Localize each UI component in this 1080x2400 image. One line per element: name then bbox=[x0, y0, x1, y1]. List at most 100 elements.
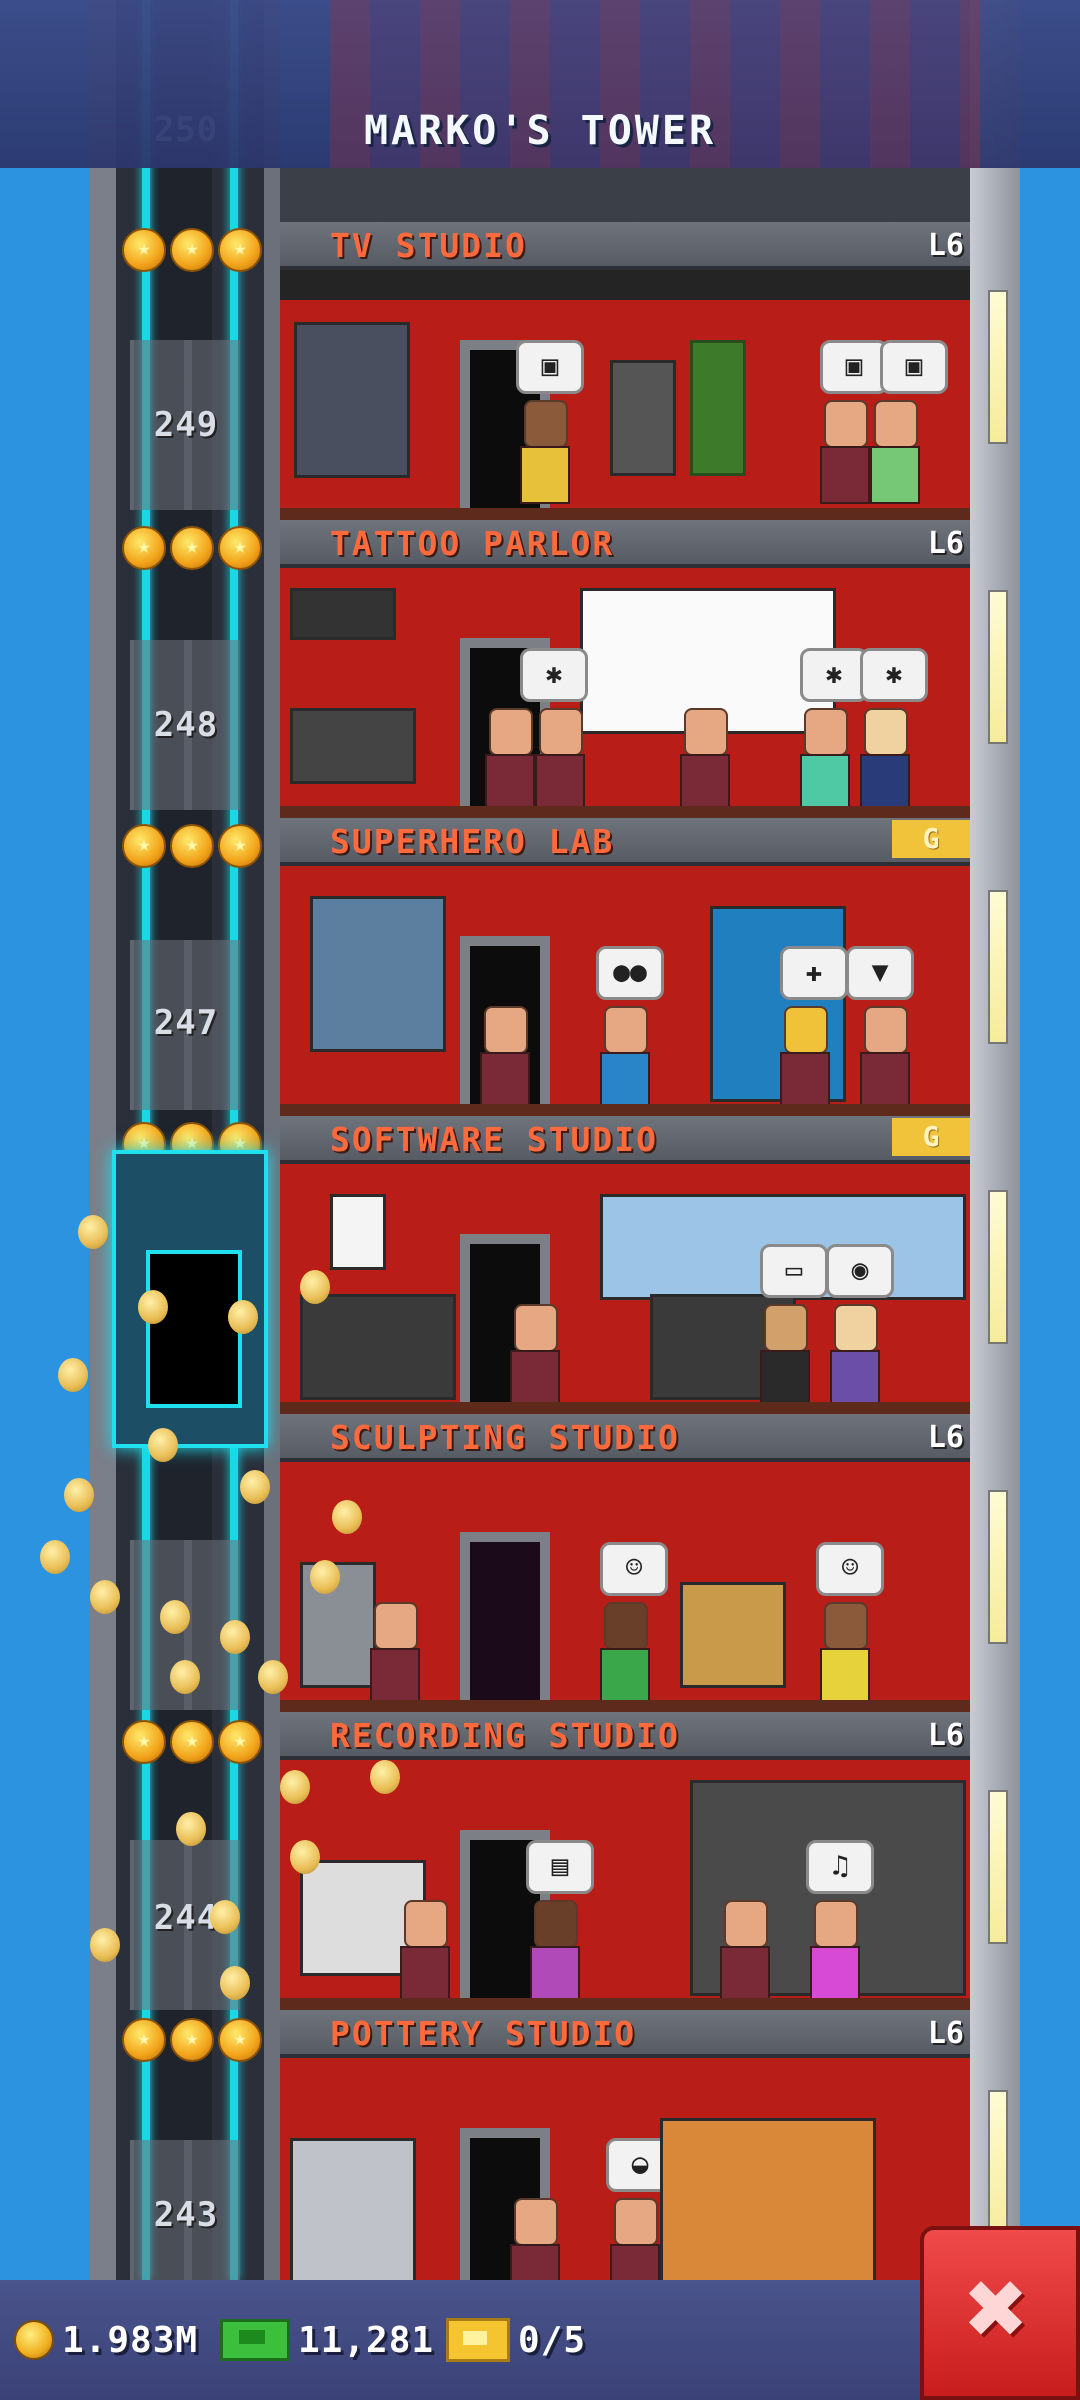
coin-particle bbox=[280, 1770, 310, 1804]
floor-name: RECORDING STUDIO bbox=[330, 1716, 680, 1755]
coin-particle bbox=[290, 1840, 320, 1874]
music-note-icon: ♫ bbox=[806, 1840, 874, 1894]
person bbox=[400, 1900, 450, 2004]
tv-icon: ▣ bbox=[516, 340, 584, 394]
person bbox=[830, 1304, 880, 1408]
window-strip bbox=[988, 1490, 1008, 1644]
star-icon: ★ bbox=[170, 526, 214, 570]
camera-tripod bbox=[610, 360, 676, 476]
floor-recording-studio[interactable]: RECORDING STUDIO L6 ▤ ♫ bbox=[280, 1712, 970, 2010]
person bbox=[800, 708, 850, 812]
person bbox=[860, 708, 910, 812]
coins-stat[interactable]: 1.983M bbox=[14, 2310, 198, 2370]
floor-superhero-lab[interactable]: SUPERHERO LAB G ●● ✚ ▼ bbox=[280, 818, 970, 1116]
shelf bbox=[680, 1582, 786, 1688]
monitor-icon: ▭ bbox=[760, 1244, 828, 1298]
floor-sculpting-studio[interactable]: SCULPTING STUDIO L6 ☺ ☺ bbox=[280, 1414, 970, 1712]
floor-room: ▣ ▣ ▣ bbox=[280, 270, 970, 520]
floor-room: ✱ ✱ ✱ bbox=[280, 568, 970, 818]
elevator-car[interactable] bbox=[112, 1150, 268, 1448]
person bbox=[600, 1006, 650, 1110]
tickets-value: 0/5 bbox=[518, 2319, 587, 2361]
disc-icon: ◉ bbox=[826, 1244, 894, 1298]
person bbox=[860, 1006, 910, 1110]
tv-icon: ▣ bbox=[880, 340, 948, 394]
star-icon: ★ bbox=[218, 824, 262, 868]
window-strip bbox=[988, 290, 1008, 444]
picture-icon: ▤ bbox=[526, 1840, 594, 1894]
ceiling bbox=[280, 270, 970, 300]
coin-particle bbox=[90, 1928, 120, 1962]
person bbox=[480, 1006, 530, 1110]
shaft-wall-right bbox=[264, 0, 280, 2280]
floor-name: TV STUDIO bbox=[330, 226, 527, 265]
star-icon: ★ bbox=[122, 2018, 166, 2062]
person bbox=[600, 1602, 650, 1706]
floor-number-label: 247 bbox=[153, 1003, 219, 1043]
stock-stars: ★ ★ ★ bbox=[122, 228, 262, 272]
floor-level-badge: G bbox=[892, 1118, 970, 1156]
bux-stat[interactable]: 11,281 bbox=[220, 2310, 434, 2370]
spider-icon: ✱ bbox=[860, 648, 928, 702]
floor-name: TATTOO PARLOR bbox=[330, 524, 615, 563]
floor-tattoo-parlor[interactable]: TATTOO PARLOR L6 ✱ ✱ ✱ bbox=[280, 520, 970, 818]
room-floor bbox=[280, 508, 970, 520]
coin-particle bbox=[228, 1300, 258, 1334]
star-icon: ★ bbox=[170, 1720, 214, 1764]
elevator-car-door bbox=[146, 1250, 242, 1408]
floor-banner: TATTOO PARLOR L6 bbox=[280, 520, 970, 568]
coin-particle bbox=[78, 1215, 108, 1249]
floor-name: SOFTWARE STUDIO bbox=[330, 1120, 659, 1159]
room-floor bbox=[280, 1998, 970, 2010]
status-bar: 1.983M 11,281 0/5 bbox=[0, 2280, 1080, 2400]
floor-room: ▤ ♫ bbox=[280, 1760, 970, 2010]
close-button[interactable]: ✖ bbox=[920, 2226, 1080, 2400]
floor-banner: SOFTWARE STUDIO G bbox=[280, 1116, 970, 1164]
stock-stars: ★ ★ ★ bbox=[122, 1720, 262, 1764]
plant bbox=[690, 340, 746, 476]
coin-particle bbox=[220, 1620, 250, 1654]
room-floor bbox=[280, 1700, 970, 1712]
coin-particle bbox=[170, 1660, 200, 1694]
hero-scanner bbox=[310, 896, 446, 1052]
coin-particle bbox=[64, 1478, 94, 1512]
floor-number-label: 243 bbox=[153, 2195, 219, 2235]
floor-number-label: 248 bbox=[153, 705, 219, 745]
spider-icon: ✱ bbox=[800, 648, 868, 702]
wall-cabinet bbox=[290, 588, 396, 640]
star-icon: ★ bbox=[122, 1720, 166, 1764]
coin-icon bbox=[14, 2320, 54, 2360]
floor-number-label: 249 bbox=[153, 405, 219, 445]
floor-name: SCULPTING STUDIO bbox=[330, 1418, 680, 1457]
window-strip bbox=[988, 1790, 1008, 1944]
room-floor bbox=[280, 1104, 970, 1116]
coin-particle bbox=[370, 1760, 400, 1794]
star-icon: ★ bbox=[170, 824, 214, 868]
person bbox=[680, 708, 730, 812]
stock-stars: ★ ★ ★ bbox=[122, 824, 262, 868]
star-icon: ★ bbox=[218, 526, 262, 570]
floor-pottery-studio[interactable]: POTTERY STUDIO L6 ◒ bbox=[280, 2010, 970, 2308]
kiln bbox=[290, 2138, 416, 2284]
tattoo-chair bbox=[290, 708, 416, 784]
coin-particle bbox=[210, 1900, 240, 1934]
tower-bux-icon bbox=[220, 2319, 290, 2361]
room-door bbox=[460, 1532, 550, 1700]
window-strip bbox=[988, 1190, 1008, 1344]
floor-tv-studio[interactable]: TV STUDIO L6 ▣ ▣ ▣ bbox=[280, 222, 970, 520]
person bbox=[780, 1006, 830, 1110]
tickets-stat[interactable]: 0/5 bbox=[446, 2310, 586, 2370]
tv-console bbox=[294, 322, 410, 478]
floor-software-studio[interactable]: SOFTWARE STUDIO G ▭ ◉ bbox=[280, 1116, 970, 1414]
bat-icon: ▼ bbox=[846, 946, 914, 1000]
coin-particle bbox=[332, 1500, 362, 1534]
coin-particle bbox=[300, 1270, 330, 1304]
tv-icon: ▣ bbox=[820, 340, 888, 394]
person bbox=[820, 400, 870, 504]
wall-calendar bbox=[330, 1194, 386, 1270]
coin-particle bbox=[138, 1290, 168, 1324]
title-bar: MARKO'S TOWER bbox=[0, 0, 1080, 168]
star-icon: ★ bbox=[218, 228, 262, 272]
star-icon: ★ bbox=[170, 2018, 214, 2062]
coin-particle bbox=[40, 1540, 70, 1574]
